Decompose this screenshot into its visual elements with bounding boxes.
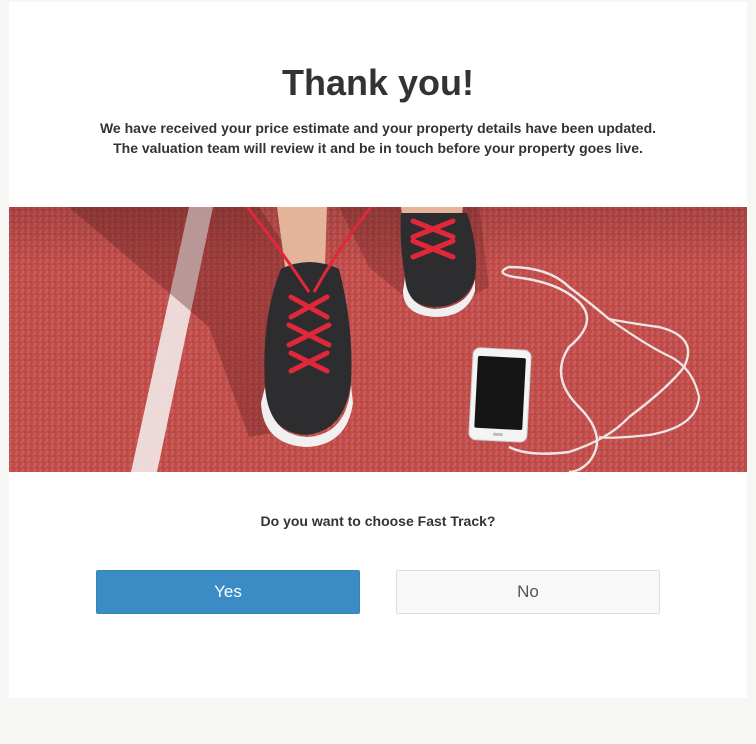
yes-button[interactable]: Yes	[96, 570, 360, 614]
hero-image	[9, 207, 747, 472]
confirmation-card: Thank you! We have received your price e…	[9, 2, 747, 698]
confirmation-message: We have received your price estimate and…	[9, 118, 747, 158]
message-line-2: The valuation team will review it and be…	[113, 140, 643, 156]
no-button[interactable]: No	[396, 570, 660, 614]
page-title: Thank you!	[281, 62, 474, 103]
fast-track-question: Do you want to choose Fast Track?	[260, 513, 496, 529]
message-line-1: We have received your price estimate and…	[99, 120, 657, 136]
